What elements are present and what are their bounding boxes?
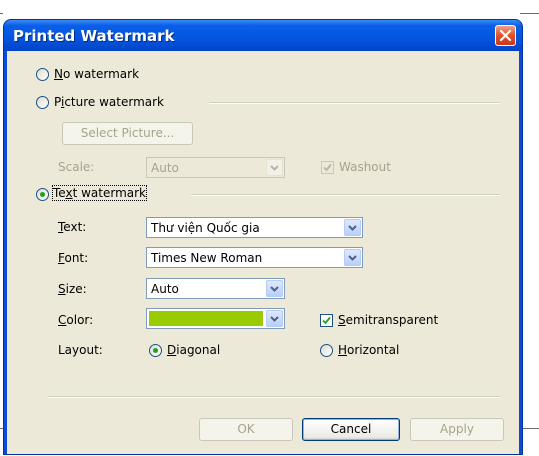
no-watermark-radio[interactable] — [36, 68, 49, 81]
dialog-title: Printed Watermark — [13, 27, 175, 45]
picture-watermark-label[interactable]: Picture watermark — [54, 95, 164, 109]
no-watermark-label[interactable]: No watermark — [54, 67, 139, 81]
checkmark-icon — [322, 316, 331, 325]
color-dropdown[interactable] — [146, 308, 285, 329]
semitransparent-label[interactable]: Semitransparent — [338, 313, 438, 327]
text-watermark-label[interactable]: Text watermark — [51, 185, 148, 201]
size-label: Size: — [58, 282, 87, 296]
scale-label: Scale: — [58, 160, 95, 174]
printed-watermark-dialog: Printed Watermark No watermark Picture w… — [3, 19, 523, 455]
ok-button[interactable]: OK — [199, 418, 293, 441]
title-bar[interactable]: Printed Watermark — [4, 20, 522, 51]
text-label: Text: — [58, 220, 87, 234]
bottom-separator — [48, 396, 500, 398]
scale-dropdown[interactable]: Auto — [146, 157, 285, 178]
diagonal-label[interactable]: Diagonal — [167, 343, 220, 357]
select-picture-button[interactable]: Select Picture... — [62, 122, 193, 145]
dialog-client-area: No watermark Picture watermark Select Pi… — [7, 51, 519, 454]
picture-watermark-radio[interactable] — [36, 96, 49, 109]
text-dropdown-arrow[interactable] — [344, 219, 361, 236]
scale-dropdown-arrow[interactable] — [266, 159, 283, 176]
chevron-down-icon — [270, 286, 279, 292]
color-label: Color: — [58, 313, 94, 327]
cancel-button[interactable]: Cancel — [302, 418, 400, 441]
text-value: Thư viện Quốc gia — [151, 221, 260, 235]
horizontal-label[interactable]: Horizontal — [338, 343, 399, 357]
close-icon — [499, 29, 512, 42]
size-dropdown-arrow[interactable] — [266, 280, 283, 297]
chevron-down-icon — [348, 255, 357, 261]
washout-checkbox[interactable] — [321, 161, 334, 174]
picture-section-separator — [209, 102, 500, 104]
background-line-bottom-right — [522, 428, 539, 429]
size-dropdown[interactable]: Auto — [146, 278, 285, 299]
background-line-right — [520, 13, 539, 14]
scale-value: Auto — [151, 161, 179, 175]
text-section-separator — [191, 194, 500, 196]
size-value: Auto — [151, 282, 179, 296]
diagonal-radio[interactable] — [149, 344, 162, 357]
horizontal-radio[interactable] — [320, 344, 333, 357]
color-swatch — [149, 311, 263, 326]
font-value: Times New Roman — [151, 251, 263, 265]
text-dropdown[interactable]: Thư viện Quốc gia — [146, 217, 363, 238]
close-button[interactable] — [495, 25, 516, 46]
layout-label: Layout: — [58, 343, 103, 357]
semitransparent-checkbox[interactable] — [320, 314, 333, 327]
text-watermark-radio[interactable] — [36, 188, 49, 201]
chevron-down-icon — [348, 225, 357, 231]
chevron-down-icon — [270, 316, 279, 322]
apply-button[interactable]: Apply — [410, 418, 504, 441]
background-line-left — [0, 13, 3, 14]
washout-label[interactable]: Washout — [339, 160, 391, 174]
chevron-down-icon — [270, 165, 279, 171]
font-label: Font: — [58, 251, 89, 265]
color-dropdown-arrow[interactable] — [266, 310, 283, 327]
checkmark-icon — [323, 163, 332, 172]
font-dropdown-arrow[interactable] — [344, 249, 361, 266]
font-dropdown[interactable]: Times New Roman — [146, 247, 363, 268]
